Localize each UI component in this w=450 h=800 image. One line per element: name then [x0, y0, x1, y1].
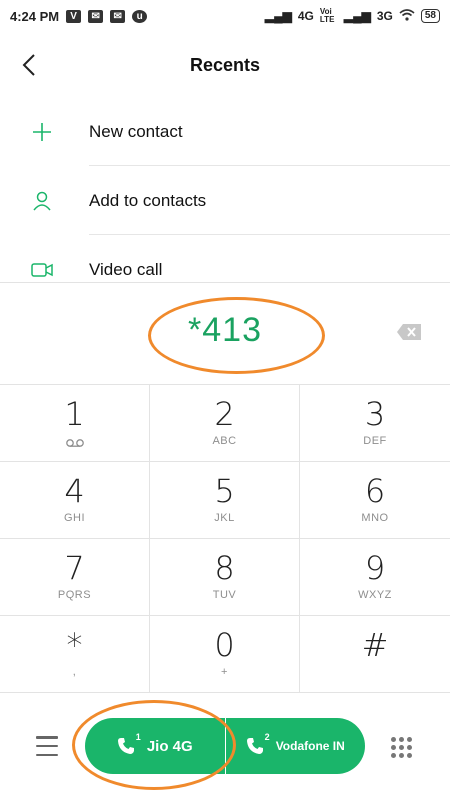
menu-item-label: New contact	[89, 121, 183, 141]
chevron-left-icon	[22, 54, 35, 76]
key-letters: ,	[72, 666, 77, 678]
key-digit: *	[66, 626, 83, 664]
key-digit: 3	[364, 395, 386, 433]
dialpad-toggle-button[interactable]	[390, 736, 412, 758]
key-letters: JKL	[214, 512, 235, 524]
sim2-label: Vodafone IN	[275, 739, 345, 753]
key-digit: 6	[364, 472, 386, 510]
key-6[interactable]: 6 MNO	[300, 462, 450, 539]
mail-icon: ✉	[110, 9, 126, 23]
dialpad-dot	[390, 736, 396, 742]
key-0[interactable]: 0 +	[150, 616, 300, 693]
key-8[interactable]: 8 TUV	[150, 539, 300, 616]
signal-icon: ▂▄▆	[343, 9, 371, 23]
key-letters: +	[221, 666, 228, 678]
key-digit: 5	[214, 472, 235, 510]
phone-icon: 2	[246, 732, 270, 755]
dialpad-dot	[390, 744, 396, 750]
person-icon	[30, 189, 54, 213]
dialpad-dot	[406, 736, 412, 742]
status-time: 4:24 PM	[10, 8, 60, 24]
v-app-icon: V	[66, 9, 82, 23]
sim-slot-number: 2	[264, 732, 270, 742]
network-type-2: 3G	[376, 9, 393, 23]
key-letters: MNO	[361, 512, 389, 524]
key-digit: 1	[64, 395, 85, 433]
keypad: 1 2 ABC 3 DEF 4 GHI 5 JKL 6 MNO 7 PQRS 8…	[0, 384, 450, 693]
dialpad-dot	[406, 752, 412, 758]
key-digit: 7	[64, 549, 85, 587]
key-digit: 8	[214, 549, 235, 587]
dial-display: *413	[0, 282, 450, 385]
key-letters: DEF	[363, 435, 387, 447]
status-left: 4:24 PM V ✉ ✉ u	[10, 8, 148, 24]
back-button[interactable]	[14, 50, 44, 80]
bottom-bar: 1 Jio 4G 2 Vodafone IN	[0, 692, 450, 800]
key-letters: PQRS	[57, 589, 92, 601]
key-3[interactable]: 3 DEF	[300, 385, 450, 462]
key-letters: TUV	[212, 589, 237, 601]
network-type-1: 4G	[297, 9, 314, 23]
voicemail-icon	[65, 435, 85, 453]
menu-icon-line	[36, 753, 58, 756]
key-5[interactable]: 5 JKL	[150, 462, 300, 539]
menu-list: New contact Add to contacts Video call	[0, 97, 450, 304]
volte-label: Voi LTE	[319, 7, 335, 24]
status-right: ▂▄▆ 4G Voi LTE ▂▄▆ 3G 58	[265, 8, 440, 24]
app-icon: u	[132, 9, 148, 23]
menu-item-add-to-contacts[interactable]: Add to contacts	[0, 166, 450, 235]
backspace-button[interactable]	[396, 323, 422, 341]
menu-item-label: Video call	[89, 259, 163, 279]
plus-icon	[30, 120, 54, 144]
key-2[interactable]: 2 ABC	[150, 385, 300, 462]
header: Recents	[0, 40, 450, 90]
dialpad-dot	[406, 744, 412, 750]
dialpad-dot	[398, 736, 404, 742]
menu-item-label: Add to contacts	[89, 190, 207, 210]
menu-icon-line	[36, 736, 58, 739]
signal-icon: ▂▄▆	[264, 9, 292, 23]
dialpad-dot	[398, 744, 404, 750]
key-digit: 2	[214, 395, 235, 433]
highlight-annotation	[148, 297, 325, 374]
key-letters: GHI	[63, 512, 86, 524]
key-digit: 9	[364, 549, 386, 587]
wifi-icon	[399, 8, 415, 24]
key-digit: 4	[64, 472, 85, 510]
backspace-icon	[397, 324, 421, 340]
key-hash[interactable]: #	[300, 616, 450, 693]
page-title: Recents	[189, 54, 261, 75]
menu-item-new-contact[interactable]: New contact	[0, 97, 450, 166]
dialpad-dot	[390, 752, 396, 758]
dialpad-dot	[398, 752, 404, 758]
key-7[interactable]: 7 PQRS	[0, 539, 150, 616]
video-camera-icon	[30, 258, 54, 282]
menu-icon-line	[36, 744, 58, 748]
key-4[interactable]: 4 GHI	[0, 462, 150, 539]
call-sim2-button[interactable]: 2 Vodafone IN	[226, 718, 366, 774]
key-letters: WXYZ	[358, 589, 392, 601]
key-digit: #	[361, 626, 389, 664]
mail-icon: ✉	[88, 9, 104, 23]
key-digit: 0	[214, 626, 235, 664]
highlight-annotation	[72, 700, 236, 790]
menu-button[interactable]	[36, 736, 58, 756]
status-bar: 4:24 PM V ✉ ✉ u ▂▄▆ 4G Voi LTE ▂▄▆ 3G 58	[0, 0, 450, 32]
key-letters: ABC	[212, 435, 237, 447]
key-9[interactable]: 9 WXYZ	[300, 539, 450, 616]
battery-icon: 58	[420, 9, 440, 23]
key-star[interactable]: * ,	[0, 616, 150, 693]
key-1[interactable]: 1	[0, 385, 150, 462]
